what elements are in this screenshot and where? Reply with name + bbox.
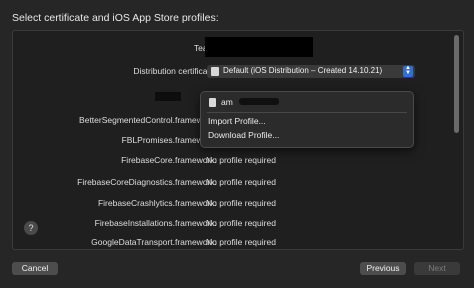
profile-name-redacted [239,98,279,105]
framework-name: GoogleDataTransport.framework: [91,237,217,247]
next-button[interactable]: Next [414,262,460,275]
certificate-icon [211,67,219,76]
framework-name: BetterSegmentedControl.framework: [79,115,217,125]
framework-row: FirebaseInstallations.framework: No prof… [13,218,453,232]
framework-value: No profile required [206,198,276,208]
framework-name: FirebaseInstallations.framework: [94,218,217,228]
app-label: .app [17,91,217,101]
framework-value: No profile required [206,177,276,187]
distribution-value: Default (iOS Distribution – Created 14.1… [223,66,383,75]
team-row: Team: [13,37,453,57]
distribution-label: Distribution certificate: [133,66,217,76]
previous-button[interactable]: Previous [360,262,406,275]
menu-item-import-profile[interactable]: Import Profile... [208,116,266,126]
menu-separator [207,112,407,113]
framework-row: FirebaseCoreDiagnostics.framework: No pr… [13,177,453,191]
popup-chevron-icon: ▲ ▼ [403,65,413,77]
framework-row: FirebaseCore.framework: No profile requi… [13,155,453,169]
team-label: Team: [17,43,217,53]
framework-row: FirebaseCrashlytics.framework: No profil… [13,198,453,212]
cancel-button[interactable]: Cancel [12,262,58,275]
framework-name: FirebaseCore.framework: [121,155,217,165]
profile-selection-sheet: Select certificate and iOS App Store pro… [0,0,474,288]
panel-scrollbar[interactable] [454,35,459,133]
profile-dropdown-menu: am Import Profile... Download Profile... [200,91,414,148]
profile-icon [209,98,216,107]
menu-item-download-profile[interactable]: Download Profile... [208,130,279,140]
team-value-redacted [205,37,313,57]
framework-value: No profile required [206,155,276,165]
help-button[interactable]: ? [24,221,38,235]
framework-name: FirebaseCoreDiagnostics.framework: [77,177,217,187]
sheet-heading: Select certificate and iOS App Store pro… [12,12,219,24]
framework-name: FirebaseCrashlytics.framework: [97,198,217,208]
framework-value: No profile required [206,237,276,247]
distribution-certificate-popup[interactable]: Default (iOS Distribution – Created 14.1… [207,65,415,78]
framework-row: GoogleDataTransport.framework: No profil… [13,237,453,249]
menu-item-profile[interactable]: am [221,97,233,107]
framework-name: FBLPromises.framework: [121,135,217,145]
framework-value: No profile required [206,218,276,228]
